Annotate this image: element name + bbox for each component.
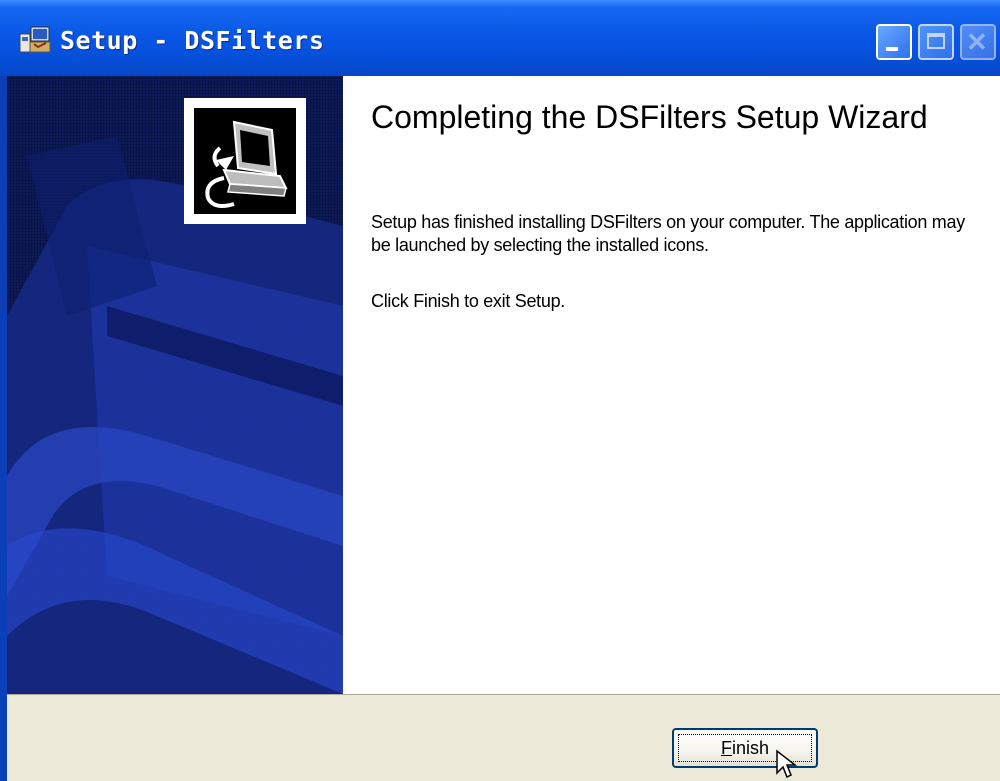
- wizard-heading: Completing the DSFilters Setup Wizard: [371, 99, 928, 135]
- computer-install-icon: [194, 108, 296, 214]
- window-title: Setup - DSFilters: [60, 26, 325, 55]
- wizard-button-bar: Finish: [7, 694, 1000, 781]
- maximize-icon: [927, 33, 945, 49]
- wizard-side-banner: [7, 76, 343, 694]
- close-icon: ✕: [966, 27, 988, 57]
- minimize-icon: [886, 47, 898, 51]
- setup-app-icon[interactable]: [18, 24, 52, 56]
- setup-computer-icon-frame: [184, 98, 306, 224]
- mouse-pointer-icon: [776, 749, 798, 779]
- title-bar: Setup - DSFilters ✕: [0, 0, 1000, 76]
- wizard-window-body: Completing the DSFilters Setup Wizard Se…: [7, 76, 1000, 781]
- maximize-button[interactable]: [918, 24, 954, 60]
- close-button[interactable]: ✕: [960, 24, 996, 60]
- wizard-exit-instruction: Click Finish to exit Setup.: [371, 291, 565, 311]
- wizard-finished-message: Setup has finished installing DSFilters …: [371, 212, 965, 255]
- minimize-button[interactable]: [876, 24, 912, 60]
